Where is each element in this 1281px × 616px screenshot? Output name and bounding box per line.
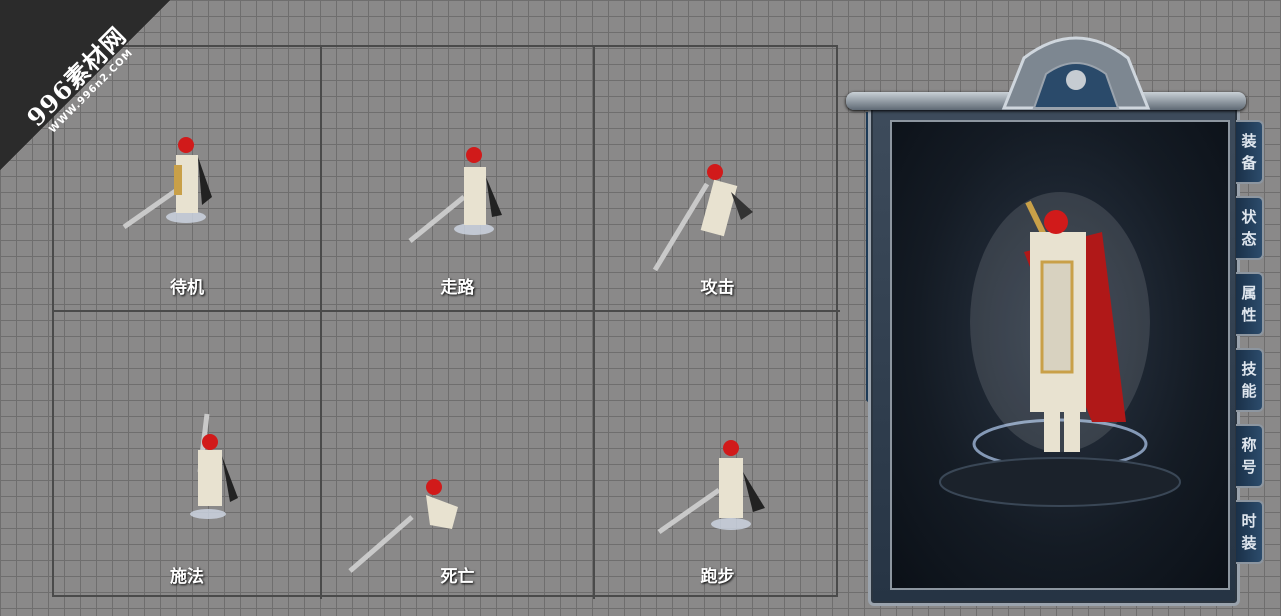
tab-status-c2: 态 [1241,230,1257,248]
label-run: 跑步 [700,567,735,587]
tab-attributes-c2: 性 [1241,306,1257,324]
tab-fashion-c2: 装 [1241,534,1257,552]
tab-titles[interactable]: 称 号 [1236,424,1264,488]
cell-run: 跑步 [595,312,840,599]
label-cast: 施法 [170,567,204,587]
cell-cast: 施法 [54,312,322,599]
tab-skills-c1: 技 [1241,360,1257,378]
tab-status[interactable]: 状 态 [1236,196,1264,260]
knight-cast-sprite [190,413,238,519]
tab-fashion[interactable]: 时 装 [1236,500,1264,564]
label-death: 死亡 [440,567,475,587]
tab-attributes-c1: 属 [1241,284,1257,302]
cell-walk: 走路 [322,47,595,312]
tab-skills-c2: 能 [1241,382,1257,400]
cell-attack: 攻击 [595,47,840,312]
tab-equipment-c1: 装 [1241,132,1257,150]
tab-attributes[interactable]: 属 性 [1236,272,1264,336]
crest-ornament-icon [1001,36,1151,110]
knight-death-sprite [348,479,458,573]
character-viewport [890,120,1230,590]
label-idle: 待机 [170,278,204,298]
tab-skills[interactable]: 技 能 [1236,348,1264,412]
tab-equipment[interactable]: 装 备 [1236,120,1264,184]
knight-walk-sprite [408,147,502,243]
tab-equipment-c2: 备 [1241,154,1257,172]
character-panel: 装 备 状 态 属 性 技 能 称 号 时 装 [846,28,1266,606]
panel-tabs: 装 备 状 态 属 性 技 能 称 号 时 装 [1236,120,1266,576]
watermark: 996素材网 WWW.996n2.COM [0,0,170,170]
label-attack: 攻击 [700,278,735,298]
watermark-text: 996素材网 WWW.996n2.COM [3,3,156,156]
tab-titles-c1: 称 [1241,436,1257,454]
tab-fashion-c1: 时 [1241,512,1257,530]
knight-run-sprite [657,440,765,535]
knight-model [939,192,1181,507]
cell-death: 死亡 [322,312,595,599]
tab-titles-c2: 号 [1241,458,1257,476]
label-walk: 走路 [440,278,475,298]
knight-attack-sprite [652,164,753,272]
watermark-main: 996素材网 [20,20,133,133]
tab-status-c1: 状 [1241,208,1257,226]
